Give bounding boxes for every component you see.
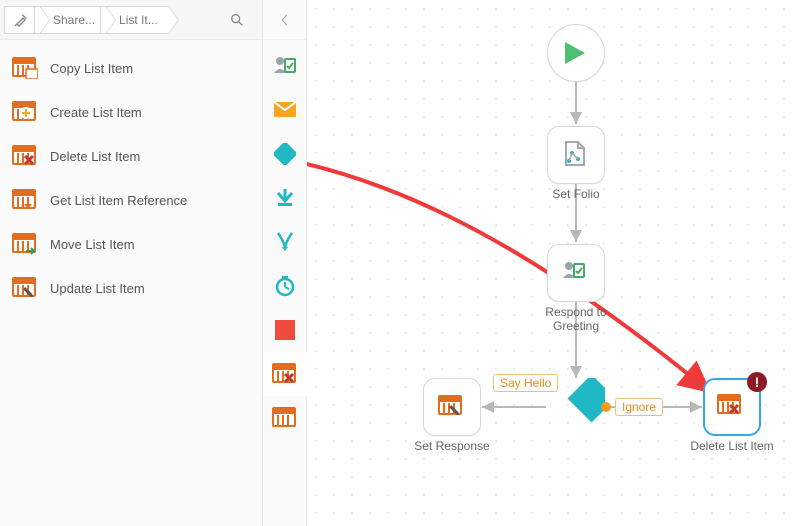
left-panel: Share... List It... Copy List Item Creat… bbox=[0, 0, 263, 526]
palette-list-delete[interactable] bbox=[263, 352, 307, 396]
palette-list[interactable] bbox=[263, 396, 307, 440]
node-label: Respond to Greeting bbox=[531, 306, 621, 334]
palette-decision[interactable] bbox=[263, 132, 307, 176]
palette-merge[interactable] bbox=[263, 220, 307, 264]
node-respond-to-greeting[interactable]: Respond to Greeting bbox=[531, 244, 621, 334]
usertask-icon bbox=[562, 260, 590, 286]
palette-user-task[interactable] bbox=[263, 44, 307, 88]
tools-icon bbox=[13, 12, 29, 28]
usertask-icon bbox=[273, 55, 297, 77]
sidebar-item-label: Copy List Item bbox=[50, 61, 133, 76]
stop-icon bbox=[274, 319, 296, 341]
sidebar-item-get-list-item-reference[interactable]: Get List Item Reference bbox=[0, 178, 262, 222]
palette-goto[interactable] bbox=[263, 176, 307, 220]
edge-outcome-dot[interactable] bbox=[601, 402, 611, 412]
sidebar-item-move-list-item[interactable]: Move List Item bbox=[0, 222, 262, 266]
edge-label-say-hello[interactable]: Say Hello bbox=[493, 374, 558, 392]
sidebar-item-create-list-item[interactable]: Create List Item bbox=[0, 90, 262, 134]
node-label: Set Folio bbox=[552, 188, 599, 202]
list-delete-icon bbox=[717, 394, 747, 420]
breadcrumb-search[interactable] bbox=[218, 6, 256, 34]
list-delete-icon bbox=[12, 145, 38, 167]
palette-stop[interactable] bbox=[263, 308, 307, 352]
list-icon bbox=[272, 407, 298, 429]
sidebar-item-label: Delete List Item bbox=[50, 149, 140, 164]
node-set-folio[interactable]: Set Folio bbox=[531, 126, 621, 202]
play-icon bbox=[565, 42, 587, 64]
palette-mail[interactable] bbox=[263, 88, 307, 132]
list-copy-icon bbox=[12, 57, 38, 79]
node-label: Delete List Item bbox=[690, 440, 773, 454]
sidebar-item-label: Update List Item bbox=[50, 281, 145, 296]
search-icon bbox=[229, 12, 245, 28]
edge-label-ignore[interactable]: Ignore bbox=[615, 398, 663, 416]
node-label: Set Response bbox=[414, 440, 489, 454]
document-icon bbox=[563, 141, 589, 169]
collapse-sidebar-button[interactable] bbox=[263, 0, 306, 40]
list-create-icon bbox=[12, 101, 38, 123]
list-update-icon bbox=[12, 277, 38, 299]
sidebar-list: Copy List Item Create List Item Delete L… bbox=[0, 40, 262, 526]
goto-icon bbox=[274, 187, 296, 209]
sidebar-item-delete-list-item[interactable]: Delete List Item bbox=[0, 134, 262, 178]
list-update-icon bbox=[438, 395, 466, 419]
breadcrumb: Share... List It... bbox=[0, 0, 262, 40]
palette-column bbox=[263, 0, 307, 526]
sidebar-item-update-list-item[interactable]: Update List Item bbox=[0, 266, 262, 310]
palette-timer[interactable] bbox=[263, 264, 307, 308]
merge-icon bbox=[274, 231, 296, 253]
chevron-left-icon bbox=[278, 13, 292, 27]
list-move-icon bbox=[12, 233, 38, 255]
list-delete-icon bbox=[272, 363, 298, 385]
error-badge: ! bbox=[747, 372, 767, 392]
list-ref-icon bbox=[12, 189, 38, 211]
node-delete-list-item[interactable]: ! Delete List Item bbox=[687, 378, 777, 454]
sidebar-item-label: Get List Item Reference bbox=[50, 193, 187, 208]
sidebar-item-label: Move List Item bbox=[50, 237, 135, 252]
mail-icon bbox=[274, 99, 296, 121]
decision-icon bbox=[274, 143, 296, 165]
sidebar-item-copy-list-item[interactable]: Copy List Item bbox=[0, 46, 262, 90]
timer-icon bbox=[274, 275, 296, 297]
palette-list bbox=[263, 40, 307, 526]
node-set-response[interactable]: Set Response bbox=[407, 378, 497, 454]
sidebar-item-label: Create List Item bbox=[50, 105, 142, 120]
workflow-canvas[interactable]: Set Folio Respond to Greeting Set Respon… bbox=[307, 0, 800, 526]
node-start[interactable] bbox=[531, 24, 621, 82]
